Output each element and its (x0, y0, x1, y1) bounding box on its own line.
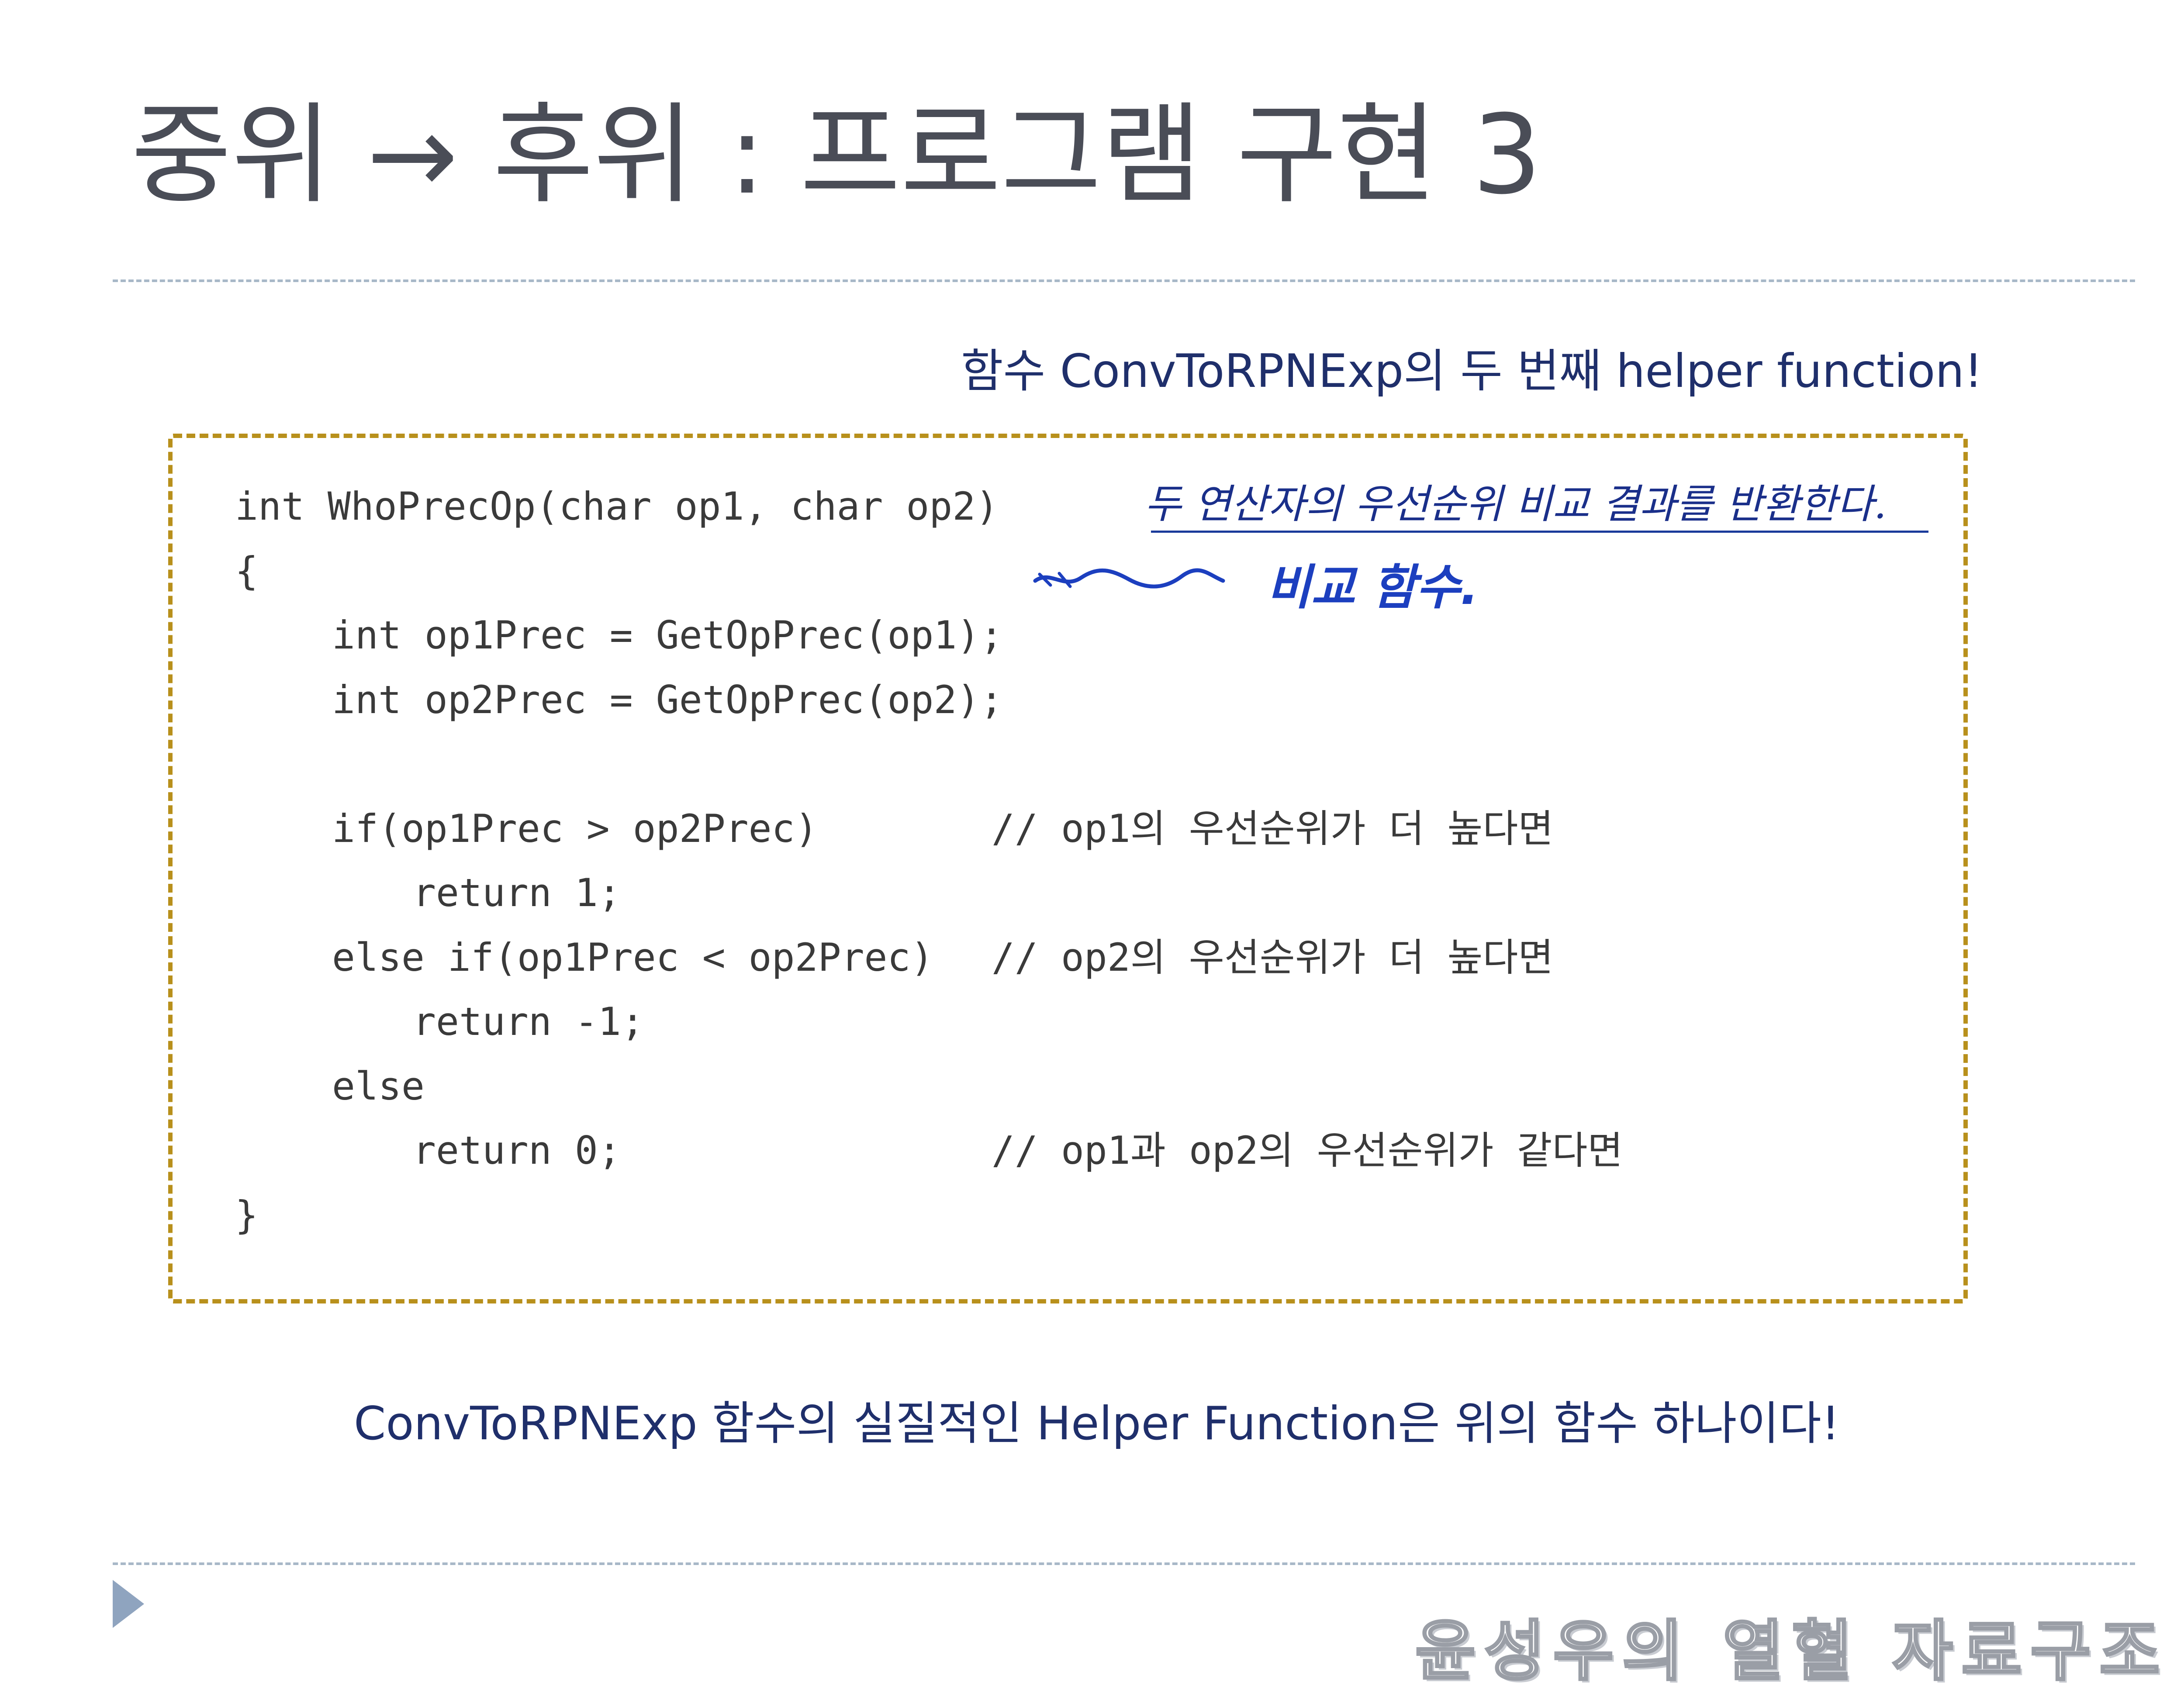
code-line: int WhoPrecOp(char op1, char op2) (235, 484, 999, 529)
code-line: if(op1Prec > op2Prec) (332, 806, 818, 851)
code-line: else if(op1Prec < op2Prec) (332, 935, 934, 980)
scribble-strikeout-icon (1033, 568, 1225, 589)
code-line: return 0; (413, 1128, 621, 1173)
code-comment: // op2의 우선순위가 더 높다면 (992, 935, 1554, 980)
code-line: return -1; (413, 999, 644, 1044)
top-divider (113, 279, 2135, 282)
code-comment: // op1의 우선순위가 더 높다면 (992, 806, 1554, 851)
handwritten-underline (1151, 531, 1928, 533)
handwritten-note: 두 연산자의 우선순위 비교 결과를 반환한다. (1144, 481, 1887, 528)
brand-logo-text: 윤성우의 열혈 자료구조 (1414, 1613, 2169, 1691)
footer-note: ConvToRPNExp 함수의 실질적인 Helper Function은 위… (354, 1397, 1840, 1450)
handwritten-note-2: 비교 함수. (1267, 559, 1479, 615)
subtitle: 함수 ConvToRPNExp의 두 번째 helper function! (961, 345, 1983, 398)
triangle-right-icon (113, 1580, 144, 1628)
slide-title: 중위 → 후위 : 프로그램 구현 3 (131, 91, 1542, 218)
code-line: } (235, 1193, 258, 1238)
code-line: int op2Prec = GetOpPrec(op2); (332, 677, 1003, 722)
code-line: int op1Prec = GetOpPrec(op1); (332, 613, 1003, 658)
code-line: else (332, 1064, 425, 1109)
code-comment: // op1과 op2의 우선순위가 같다면 (992, 1128, 1623, 1173)
bottom-divider (113, 1562, 2135, 1565)
code-line: return 1; (413, 870, 621, 915)
code-line: { (235, 548, 258, 593)
